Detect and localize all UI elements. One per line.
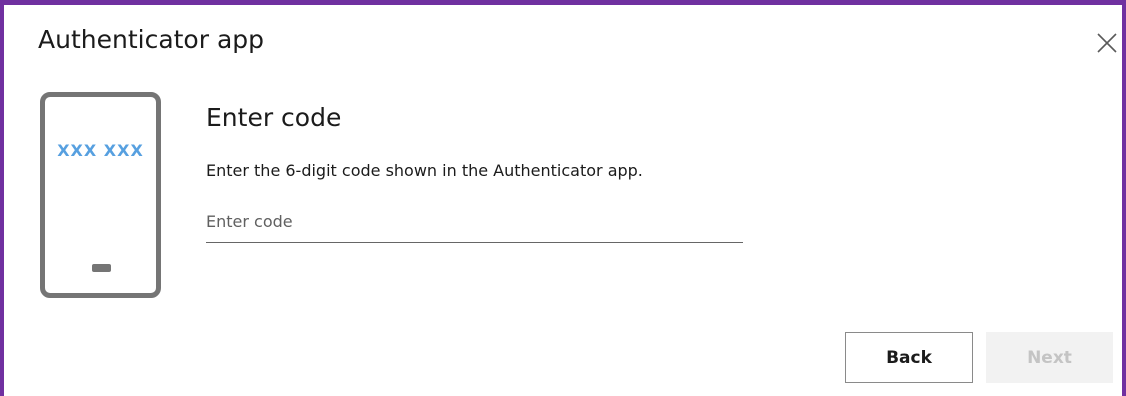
next-button[interactable]: Next	[986, 332, 1113, 383]
close-icon	[1097, 33, 1117, 53]
enter-code-heading: Enter code	[206, 103, 342, 132]
close-button[interactable]	[1093, 29, 1121, 57]
code-input[interactable]	[206, 207, 743, 243]
instructions-text: Enter the 6-digit code shown in the Auth…	[206, 161, 643, 180]
dialog: Authenticator app XXX XXX Enter code Ent…	[0, 0, 1126, 396]
dialog-title: Authenticator app	[38, 25, 265, 54]
back-button[interactable]: Back	[845, 332, 973, 383]
phone-code-text: XXX XXX	[57, 141, 144, 160]
phone-home-button	[92, 264, 111, 272]
phone-icon: XXX XXX	[40, 92, 161, 298]
